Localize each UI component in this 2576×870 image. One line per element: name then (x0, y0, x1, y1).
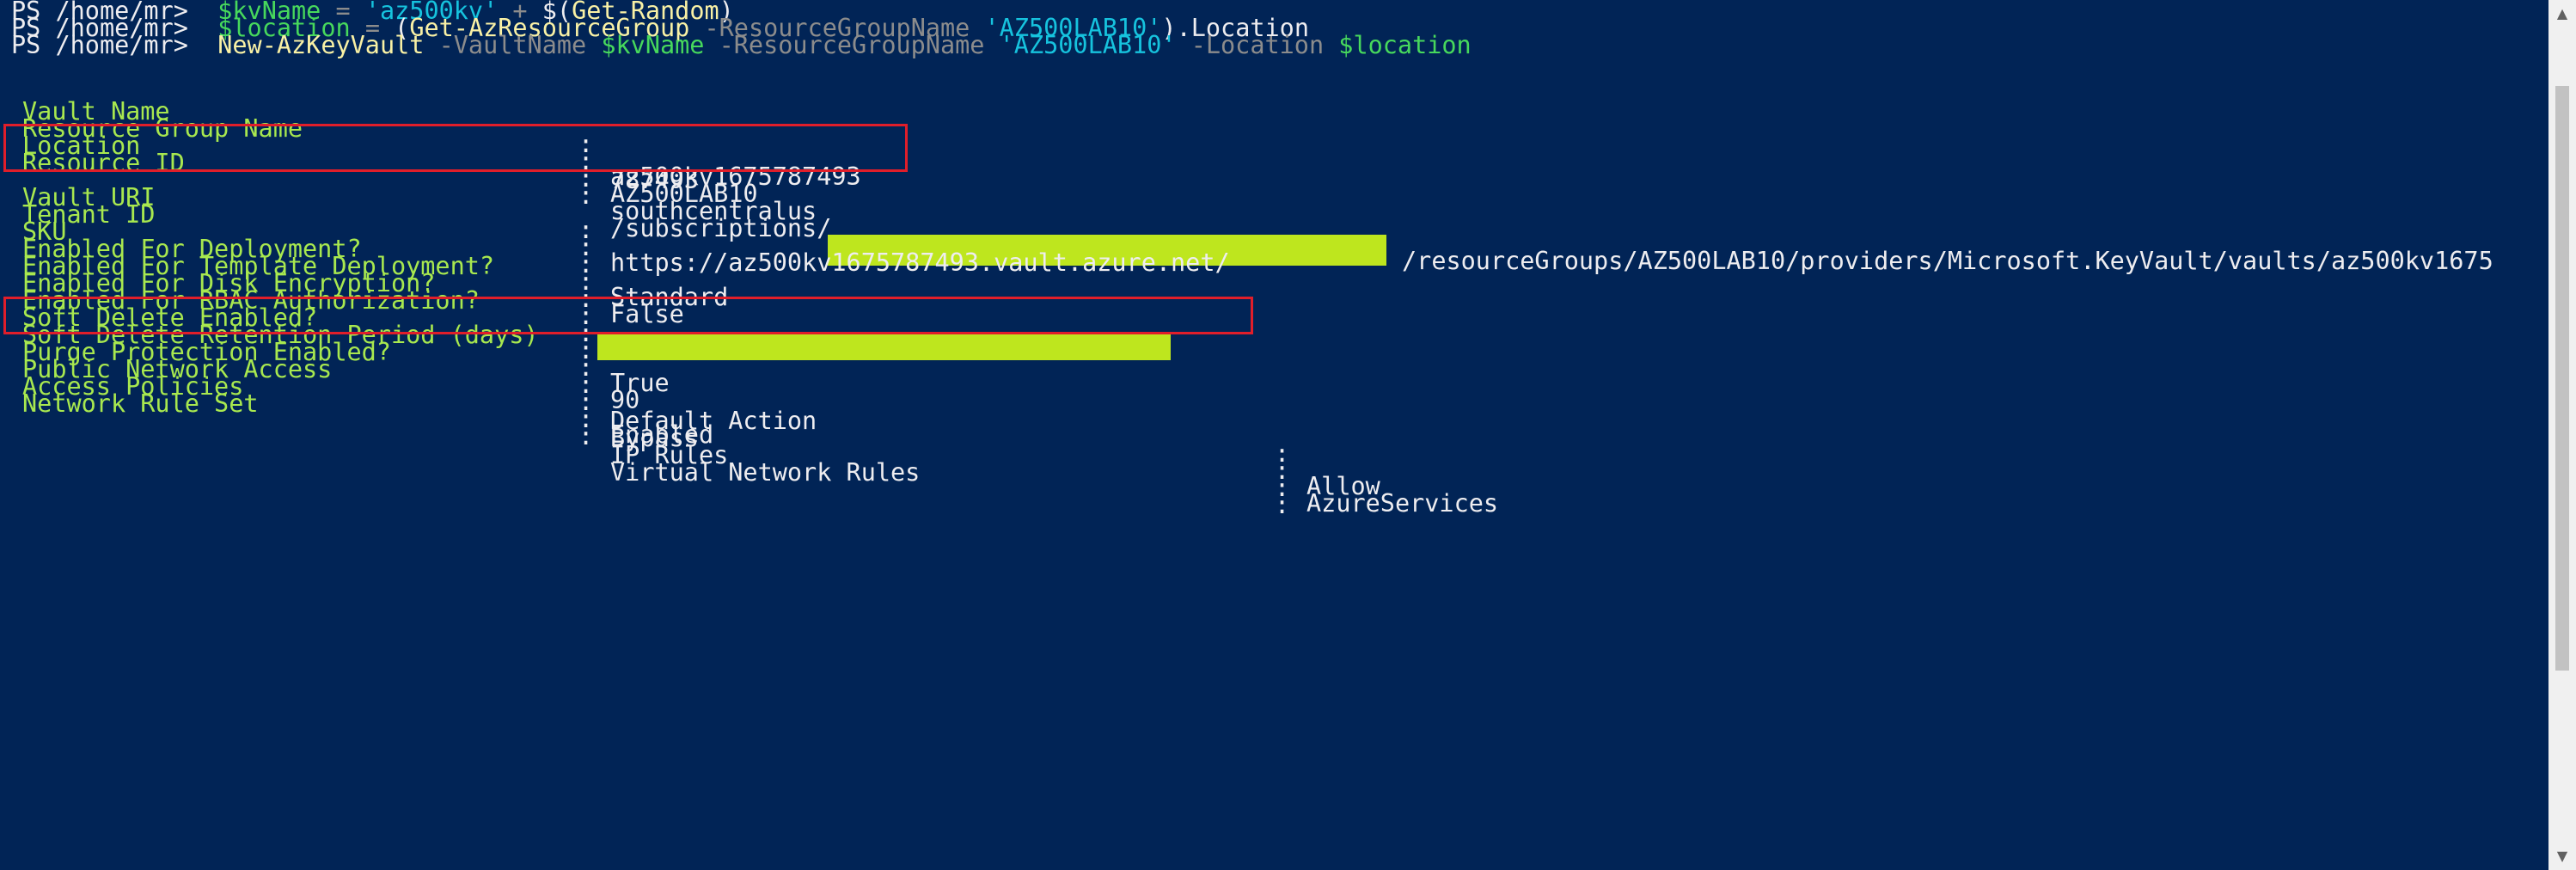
command-token: $location (1338, 31, 1472, 59)
field-separator: : (578, 181, 594, 210)
scroll-down-icon[interactable]: ▼ (2548, 842, 2576, 870)
command-token: -ResourceGroupName (704, 31, 1000, 59)
vertical-scrollbar[interactable]: ▲ ▼ (2548, 0, 2576, 870)
vault-uri-highlight (3, 297, 1253, 334)
network-rule-value: AzureServices (1306, 489, 1499, 518)
field-separator: : (578, 422, 594, 450)
field-separator: : (1275, 491, 1290, 519)
network-rule-label: Virtual Network Rules (610, 458, 921, 487)
shell-prompt: PS /home/mr> (11, 31, 218, 59)
scroll-up-icon[interactable]: ▲ (2548, 0, 2576, 28)
network-rule-row: Virtual Network Rules : (11, 424, 1289, 519)
powershell-terminal[interactable]: PS /home/mr> $kvName = 'az500kv' + $(Get… (0, 0, 2548, 870)
command-token: $kvName (601, 31, 705, 59)
command-line: PS /home/mr> New-AzKeyVault -VaultName $… (11, 29, 1472, 62)
field-value-suffix: /resourceGroups/AZ500LAB10/providers/Mic… (1402, 247, 2493, 275)
command-token: New-AzKeyVault (217, 31, 425, 59)
field-value-prefix: /subscriptions/ (610, 214, 832, 242)
command-token: -VaultName (424, 31, 602, 59)
vault-name-highlight (3, 124, 908, 172)
command-token: -Location (1176, 31, 1339, 59)
field-value: https://az500kv1675787493.vault.azure.ne… (610, 248, 1230, 277)
command-token: 'AZ500LAB10' (999, 31, 1177, 59)
scrollbar-thumb[interactable] (2555, 86, 2569, 671)
redaction-bar (597, 334, 1171, 360)
